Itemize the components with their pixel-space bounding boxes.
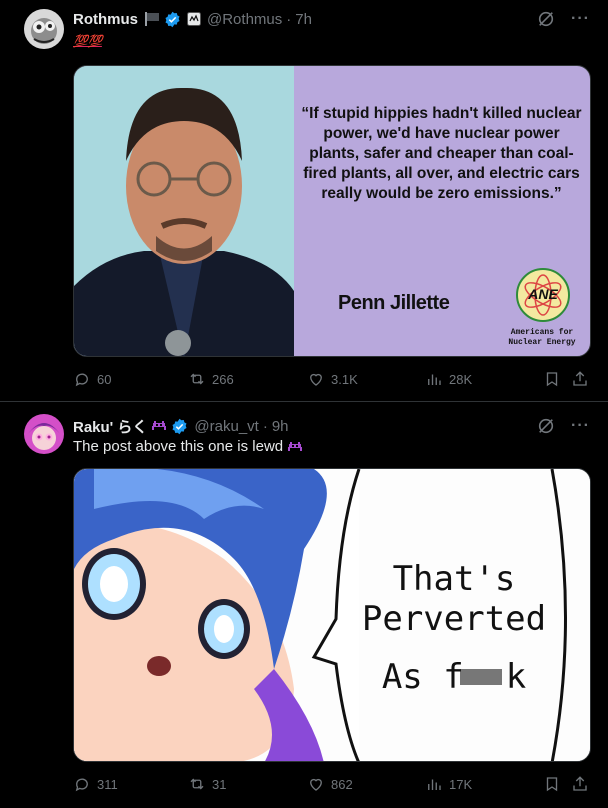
author-name[interactable]: Raku' らく — [73, 416, 147, 437]
post-top-actions: ··· — [537, 10, 590, 28]
avatar-raku[interactable] — [24, 414, 64, 454]
penn-jillette-photo — [74, 66, 294, 356]
reply-icon — [75, 373, 88, 387]
like-button[interactable]: 3.1K — [307, 370, 358, 388]
affiliate-badge-icon[interactable] — [187, 12, 201, 26]
share-button[interactable] — [571, 775, 589, 793]
reply-button[interactable]: 311 — [73, 775, 118, 793]
reply-icon — [75, 778, 88, 792]
quote-text: “If stupid hippies hadn't killed nuclear… — [301, 105, 582, 202]
alien-monster-icon — [152, 421, 167, 430]
meme-line-3-wrap: As f k — [354, 657, 554, 697]
post-text: The post above this one is lewd — [73, 438, 303, 455]
post-raku[interactable]: Raku' らく @raku_vt · 9h ··· The post abov… — [0, 403, 608, 808]
grok-icon[interactable] — [537, 417, 555, 435]
post-rothmus[interactable]: Rothmus @Rothmus · 7h ··· 💯💯 “If stupid … — [0, 0, 608, 402]
author-handle[interactable]: @Rothmus — [207, 11, 282, 28]
org-line-1: Americans for — [510, 328, 574, 337]
view-count: 28K — [449, 371, 473, 387]
reply-button[interactable]: 60 — [73, 370, 111, 388]
share-button[interactable] — [571, 370, 589, 388]
post-actions: 60 266 3.1K 28K — [73, 370, 591, 390]
org-line-2: Nuclear Energy — [508, 338, 576, 347]
heart-icon — [310, 778, 322, 791]
org-name: Americans for Nuclear Energy — [492, 328, 590, 348]
more-options-icon[interactable]: ··· — [571, 417, 590, 435]
repost-icon — [190, 778, 204, 790]
heart-icon — [310, 373, 322, 386]
more-options-icon[interactable]: ··· — [571, 10, 590, 28]
post-header: Rothmus @Rothmus · 7h — [73, 10, 312, 28]
views-button[interactable]: 28K — [425, 370, 472, 388]
alien-monster-icon — [288, 441, 303, 451]
meme-text: That's Perverted As f k — [354, 559, 554, 697]
share-icon — [573, 776, 587, 791]
meme-line-3: As f — [381, 657, 464, 697]
post-time[interactable]: 9h — [272, 418, 289, 435]
post-actions: 311 31 862 17K — [73, 775, 591, 795]
author-handle[interactable]: @raku_vt — [194, 418, 258, 435]
repost-count: 266 — [212, 371, 234, 387]
views-button[interactable]: 17K — [425, 775, 472, 793]
verified-badge-icon[interactable] — [171, 418, 188, 435]
share-icon — [573, 371, 587, 386]
avatar-rothmus[interactable] — [24, 9, 64, 49]
like-count: 3.1K — [331, 371, 358, 387]
post-image-meme[interactable]: That's Perverted As f k — [73, 468, 591, 762]
bookmark-icon — [546, 777, 558, 792]
bookmark-icon — [546, 372, 558, 387]
bookmark-button[interactable] — [543, 370, 561, 388]
ane-logo-text: ANE — [528, 286, 558, 302]
like-count: 862 — [331, 776, 353, 792]
ane-logo: ANE — [516, 268, 570, 322]
meme-line-2: Perverted — [361, 599, 547, 639]
bookmark-button[interactable] — [543, 775, 561, 793]
post-time[interactable]: 7h — [295, 11, 312, 28]
views-icon — [428, 374, 441, 385]
hundred-points-emoji: 💯💯 — [73, 34, 102, 48]
repost-count: 31 — [212, 776, 227, 792]
quote-author: Penn Jillette — [338, 292, 450, 314]
verified-badge-icon[interactable] — [164, 11, 181, 28]
repost-button[interactable]: 31 — [188, 775, 226, 793]
meme-line-1: That's — [392, 559, 516, 599]
grok-icon[interactable] — [537, 10, 555, 28]
views-icon — [428, 779, 441, 790]
author-name[interactable]: Rothmus — [73, 11, 138, 28]
post-top-actions: ··· — [537, 417, 590, 435]
post-text-body: The post above this one is lewd — [73, 438, 284, 455]
repost-icon — [190, 373, 204, 385]
post-image-quote-card[interactable]: “If stupid hippies hadn't killed nuclear… — [73, 65, 591, 357]
repost-button[interactable]: 266 — [188, 370, 234, 388]
meme-line-4: k — [505, 657, 527, 697]
view-count: 17K — [449, 776, 473, 792]
post-header: Raku' らく @raku_vt · 9h — [73, 416, 289, 437]
post-text: 💯💯 — [73, 32, 102, 49]
flag-icon — [145, 12, 159, 26]
reply-count: 60 — [97, 371, 112, 387]
reply-count: 311 — [97, 776, 118, 792]
like-button[interactable]: 862 — [307, 775, 353, 793]
